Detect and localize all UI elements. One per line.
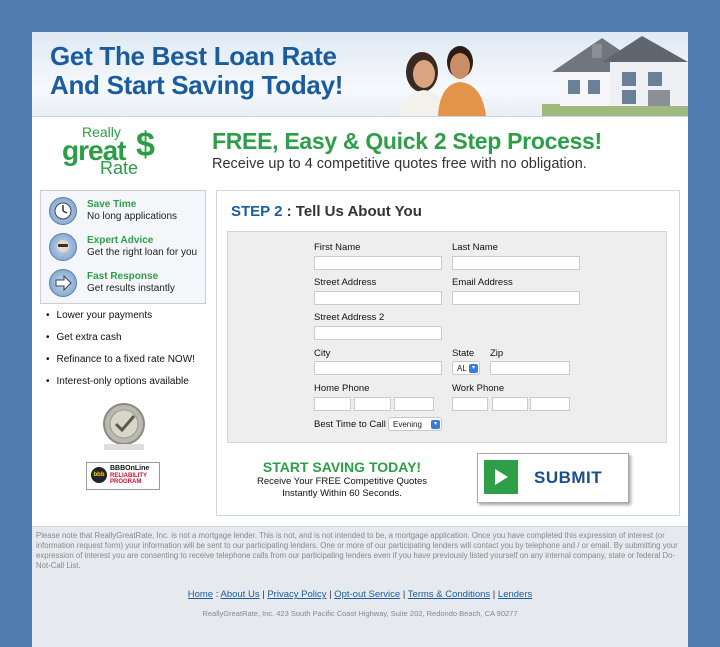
step-heading: STEP 2 : Tell Us About You — [231, 203, 422, 220]
feature-title: Expert Advice — [87, 235, 154, 246]
work-phone-area-field[interactable] — [452, 397, 488, 411]
feature-fast-response: Fast Response Get results instantly — [45, 267, 205, 301]
feature-text: Get results instantly — [87, 283, 175, 294]
footer-link-home[interactable]: Home — [188, 589, 213, 600]
state-select-value: AL — [457, 364, 467, 373]
city-field[interactable] — [314, 361, 442, 375]
step-title: Tell Us About You — [295, 203, 422, 220]
banner-line-1: Get The Best Loan Rate — [50, 41, 337, 71]
disclaimer-text: Please note that ReallyGreatRate, Inc. i… — [36, 531, 678, 570]
work-phone-label: Work Phone — [452, 383, 505, 394]
header-banner: Get The Best Loan Rate And Start Saving … — [32, 32, 688, 117]
feature-text: No long applications — [87, 211, 178, 222]
arrow-icon — [49, 269, 77, 297]
bbb-online-badge[interactable]: bbb BBBOnLine RELIABILITY PROGRAM — [86, 462, 160, 490]
feature-text: Get the right loan for you — [87, 247, 198, 258]
zip-field[interactable] — [490, 361, 570, 375]
best-time-label: Best Time to Call — [314, 419, 386, 430]
street-address-2-label: Street Address 2 — [314, 312, 385, 323]
footer-link-privacy-policy[interactable]: Privacy Policy — [267, 589, 326, 600]
chevron-down-icon: ▾ — [431, 420, 440, 429]
best-time-select-value: Evening — [393, 420, 422, 429]
email-address-label: Email Address — [452, 277, 513, 288]
list-item: Get extra cash — [46, 332, 195, 354]
bbb-brand: BBBOnLine — [110, 465, 150, 472]
security-seal-icon[interactable] — [94, 400, 154, 452]
last-name-field[interactable] — [452, 256, 580, 270]
footer-link-lenders[interactable]: Lenders — [498, 589, 532, 600]
state-label: State — [452, 348, 475, 359]
feature-save-time: Save Time No long applications — [45, 195, 205, 229]
home-phone-label: Home Phone — [314, 383, 370, 394]
home-phone-prefix-field[interactable] — [354, 397, 391, 411]
home-phone-area-field[interactable] — [314, 397, 351, 411]
work-phone-line-field[interactable] — [530, 397, 570, 411]
features-box: Save Time No long applications Expert Ad… — [40, 190, 206, 304]
banner-headline: Get The Best Loan Rate And Start Saving … — [50, 42, 343, 100]
cta-line-2: Instantly Within 60 Seconds. — [282, 488, 402, 499]
street-address-2-field[interactable] — [314, 326, 442, 340]
cta-line-1: Receive Your FREE Competitive Quotes — [256, 476, 428, 487]
page-container: Get The Best Loan Rate And Start Saving … — [32, 32, 688, 647]
list-item: Refinance to a fixed rate NOW! — [46, 354, 195, 376]
feature-expert-advice: Expert Advice Get the right loan for you — [45, 231, 205, 265]
chevron-down-icon: ▾ — [469, 364, 478, 373]
clock-icon — [49, 197, 77, 225]
house-photo — [542, 36, 688, 116]
list-item: Lower your payments — [46, 310, 195, 332]
company-logo[interactable]: Really great $ Rate — [62, 124, 162, 180]
zip-label: Zip — [490, 348, 504, 359]
company-address: ReallyGreatRate, Inc. 423 South Pacific … — [202, 609, 518, 618]
state-select[interactable]: AL ▾ — [452, 361, 480, 375]
page-subheadline: Receive up to 4 competitive quotes free … — [212, 156, 587, 172]
submit-button[interactable]: SUBMIT — [477, 453, 629, 503]
street-address-label: Street Address — [314, 277, 377, 288]
work-phone-prefix-field[interactable] — [492, 397, 528, 411]
email-address-field[interactable] — [452, 291, 580, 305]
benefits-list: Lower your payments Get extra cash Refin… — [46, 310, 195, 398]
banner-line-2: And Start Saving Today! — [50, 70, 344, 100]
form-container: STEP 2 : Tell Us About You First Name La… — [216, 190, 680, 516]
advisor-icon — [49, 233, 77, 261]
footer-link-terms-conditions[interactable]: Terms & Conditions — [408, 589, 490, 600]
list-item: Interest-only options available — [46, 376, 195, 398]
submit-label: SUBMIT — [534, 468, 603, 487]
first-name-label: First Name — [314, 242, 361, 253]
bbb-subtitle: RELIABILITY PROGRAM — [110, 473, 147, 485]
home-phone-line-field[interactable] — [394, 397, 434, 411]
city-label: City — [314, 348, 331, 359]
play-icon — [484, 460, 518, 494]
street-address-field[interactable] — [314, 291, 442, 305]
contact-form: First Name Last Name Street Address Emai… — [227, 231, 667, 443]
footer-link-opt-out-service[interactable]: Opt-out Service — [334, 589, 400, 600]
cta-title: START SAVING TODAY! — [262, 459, 422, 475]
logo-dollar-symbol: $ — [136, 126, 155, 164]
last-name-label: Last Name — [452, 242, 498, 253]
first-name-field[interactable] — [314, 256, 442, 270]
footer-links: Home : About Us | Privacy Policy | Opt-o… — [187, 589, 533, 600]
footer-link-about-us[interactable]: About Us — [221, 589, 260, 600]
footer-area: Please note that ReallyGreatRate, Inc. i… — [32, 526, 688, 647]
logo-text-rate: Rate — [100, 158, 139, 178]
step-separator: : — [282, 203, 296, 220]
bbb-logo-icon: bbb — [91, 467, 107, 483]
best-time-select[interactable]: Evening ▾ — [388, 417, 442, 431]
page-headline: FREE, Easy & Quick 2 Step Process! — [212, 128, 602, 154]
feature-title: Fast Response — [87, 271, 159, 282]
step-number: STEP 2 — [231, 203, 283, 220]
feature-title: Save Time — [87, 199, 137, 210]
cta-subtitle: Receive Your FREE Competitive Quotes Ins… — [237, 476, 447, 500]
